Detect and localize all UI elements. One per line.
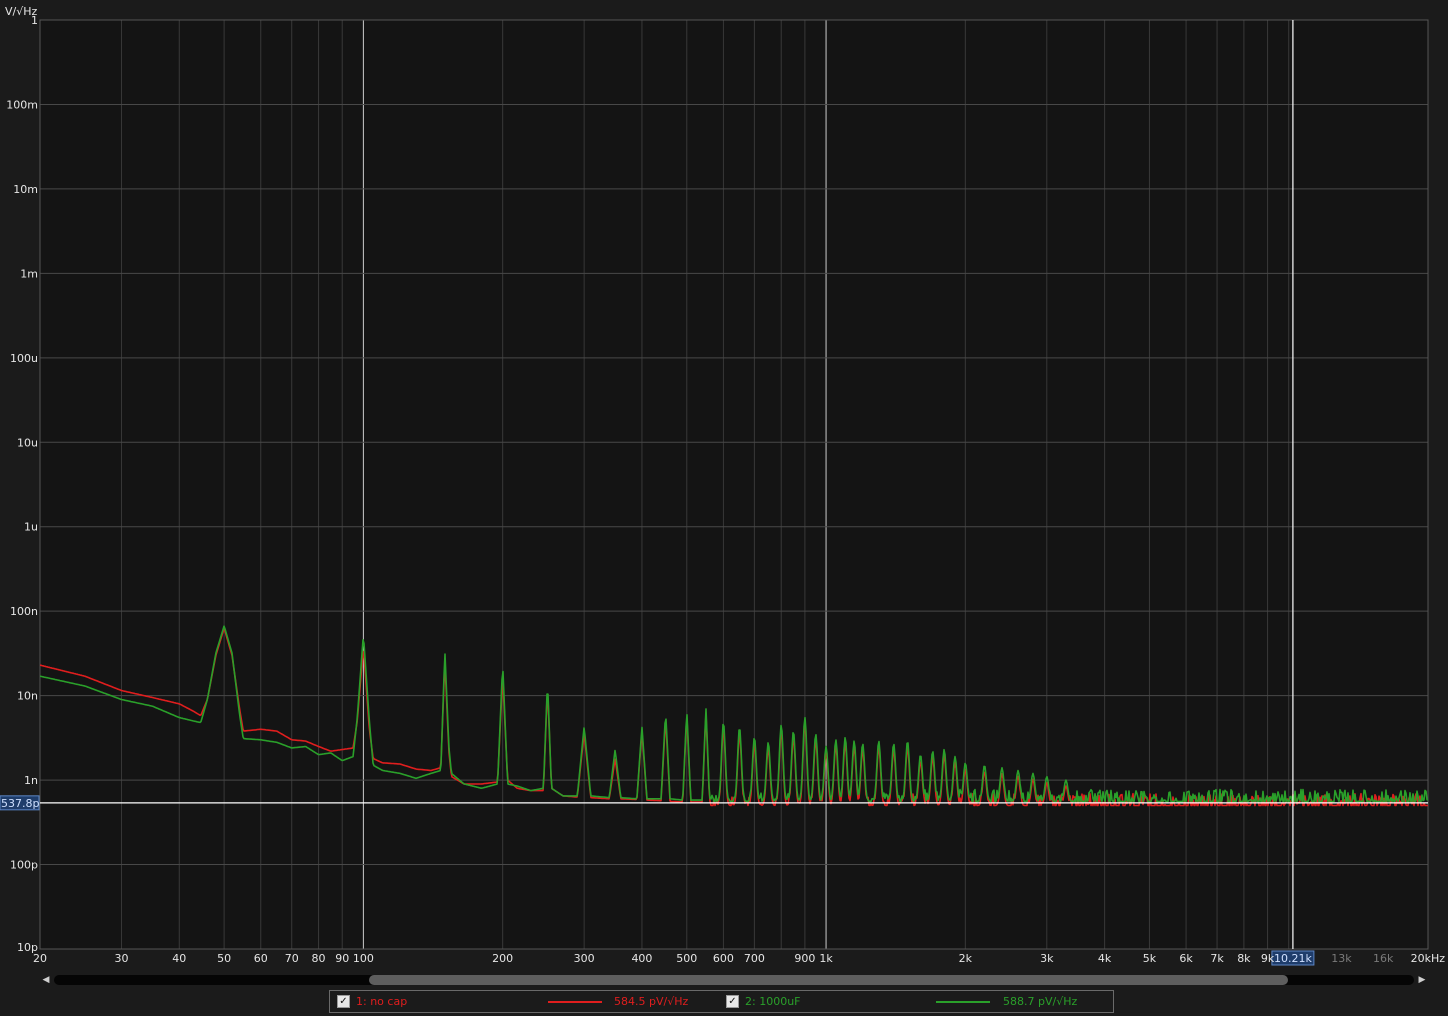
spectrum-plot[interactable]: 537.8p10.21k 1100m10m1m100u10u1u100n10n1… <box>0 0 1448 970</box>
legend-entry-no-cap[interactable]: ✓ 1: no cap <box>337 991 407 1012</box>
x-tick-label: 700 <box>744 952 765 965</box>
x-tick-label: 80 <box>312 952 326 965</box>
legend-label-1000uf: 2: 1000uF <box>745 995 801 1008</box>
y-tick-label: 100u <box>10 352 38 365</box>
x-tick-label: 1k <box>819 952 833 965</box>
x-tick-label: 2k <box>959 952 973 965</box>
x-tick-label: 9k <box>1261 952 1275 965</box>
x-tick-label: 300 <box>574 952 595 965</box>
y-tick-label: 1m <box>20 267 38 280</box>
y-axis-unit-label: V/√Hz <box>5 5 38 18</box>
legend-value-no-cap: 584.5 pV/√Hz <box>614 995 689 1008</box>
legend-label-no-cap: 1: no cap <box>356 995 408 1008</box>
y-tick-label: 100n <box>10 605 38 618</box>
x-tick-label: 4k <box>1098 952 1112 965</box>
x-tick-label: 20 <box>33 952 47 965</box>
x-tick-label: 200 <box>492 952 513 965</box>
x-tick-label: 5k <box>1143 952 1157 965</box>
x-tick-label: 6k <box>1179 952 1193 965</box>
legend-swatch-1000uf <box>936 1001 990 1003</box>
x-tick-label: 100 <box>353 952 374 965</box>
x-tick-label: 30 <box>114 952 128 965</box>
x-tick-label: 600 <box>713 952 734 965</box>
y-tick-label: 100p <box>10 859 38 872</box>
x-tick-label: 900 <box>794 952 815 965</box>
scroll-right-arrow-icon[interactable]: ▶ <box>1416 974 1428 986</box>
x-tick-label: 3k <box>1040 952 1054 965</box>
x-tick-label: 70 <box>285 952 299 965</box>
y-tick-label: 10u <box>17 436 38 449</box>
scroll-track[interactable] <box>54 975 1414 985</box>
x-tick-label: 13k <box>1331 952 1352 965</box>
x-tick-label: 500 <box>676 952 697 965</box>
x-tick-label: 60 <box>254 952 268 965</box>
legend-checkbox-1000uf[interactable]: ✓ <box>726 995 739 1008</box>
x-tick-label: 16k <box>1373 952 1394 965</box>
y-tick-label: 100m <box>6 98 38 111</box>
scroll-left-arrow-icon[interactable]: ◀ <box>40 974 52 986</box>
plot-area[interactable] <box>40 20 1428 949</box>
legend-swatch-no-cap <box>548 1001 602 1003</box>
y-tick-label: 1u <box>24 521 38 534</box>
horizontal-scrollbar[interactable]: ◀ ▶ <box>40 972 1428 988</box>
legend-value-1000uf: 588.7 pV/√Hz <box>1003 995 1078 1008</box>
x-tick-label: 50 <box>217 952 231 965</box>
scroll-thumb[interactable] <box>368 975 1288 985</box>
legend-checkbox-no-cap[interactable]: ✓ <box>337 995 350 1008</box>
x-tick-label: 8k <box>1237 952 1251 965</box>
cursor-x-value: 10.21k <box>1274 952 1312 965</box>
legend: ✓ 1: no cap 584.5 pV/√Hz ✓ 2: 1000uF 588… <box>329 990 1114 1013</box>
x-tick-label: 20kHz <box>1411 952 1446 965</box>
cursor-y-value: 537.8p <box>1 797 39 810</box>
x-tick-label: 40 <box>172 952 186 965</box>
y-tick-label: 10m <box>13 183 38 196</box>
legend-entry-1000uf[interactable]: ✓ 2: 1000uF <box>726 991 801 1012</box>
y-tick-label: 1n <box>24 774 38 787</box>
x-tick-label: 90 <box>335 952 349 965</box>
x-tick-label: 400 <box>631 952 652 965</box>
y-tick-label: 10n <box>17 690 38 703</box>
x-tick-label: 7k <box>1210 952 1224 965</box>
